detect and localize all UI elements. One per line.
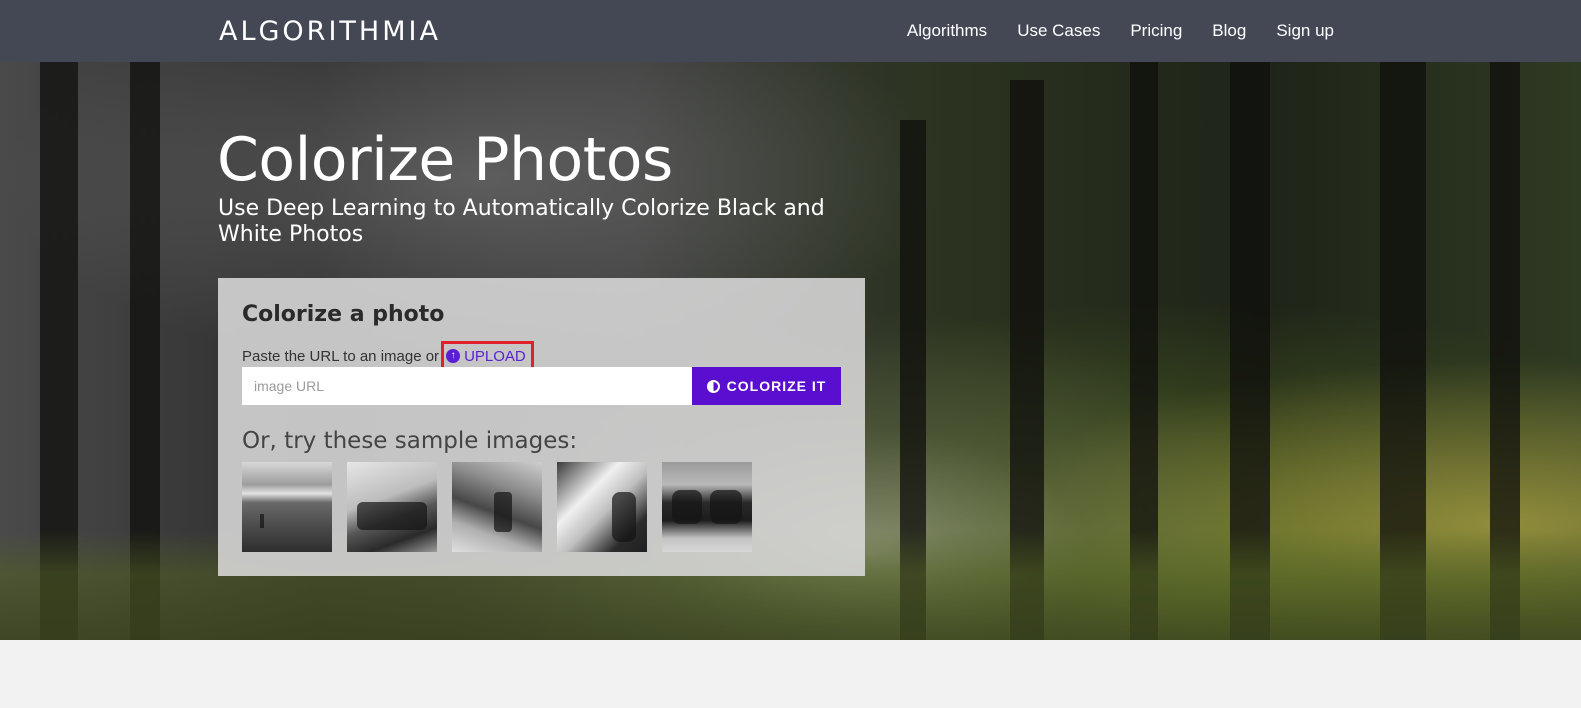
sample-mountain-person[interactable] xyxy=(452,462,542,552)
navbar: ALGORITHMIA Algorithms Use Cases Pricing… xyxy=(0,0,1581,62)
colorize-button[interactable]: COLORIZE IT xyxy=(692,367,841,405)
sample-fire-breather[interactable] xyxy=(557,462,647,552)
nav-item-algorithms[interactable]: Algorithms xyxy=(907,21,987,41)
hero-background: Colorize Photos Use Deep Learning to Aut… xyxy=(0,62,1581,640)
card-title: Colorize a photo xyxy=(242,302,445,327)
upload-arrow-icon: ↑ xyxy=(446,349,461,363)
person-shape xyxy=(494,492,512,532)
contrast-icon xyxy=(706,379,720,393)
image-url-input[interactable] xyxy=(242,367,692,405)
nav-item-use-cases[interactable]: Use Cases xyxy=(1017,21,1100,41)
paste-instructions: Paste the URL to an image or ↑ UPLOAD xyxy=(242,341,534,371)
samples-title: Or, try these sample images: xyxy=(242,428,578,454)
person-shape xyxy=(612,492,636,542)
colorize-card: Colorize a photo Paste the URL to an ima… xyxy=(218,278,865,576)
cow-shape xyxy=(710,490,742,524)
upload-label: UPLOAD xyxy=(464,347,526,365)
nav-item-sign-up[interactable]: Sign up xyxy=(1276,21,1334,41)
car-shape xyxy=(357,502,427,530)
colorize-label: COLORIZE IT xyxy=(726,378,827,394)
sample-race-car[interactable] xyxy=(347,462,437,552)
page-subtitle: Use Deep Learning to Automatically Color… xyxy=(218,196,825,247)
page-title: Colorize Photos xyxy=(217,125,673,195)
brand-logo[interactable]: ALGORITHMIA xyxy=(219,16,441,47)
sample-cows[interactable] xyxy=(662,462,752,552)
nav-item-blog[interactable]: Blog xyxy=(1212,21,1246,41)
sample-images xyxy=(242,462,752,552)
bird-shape xyxy=(260,514,264,528)
cow-shape xyxy=(672,490,702,524)
paste-text: Paste the URL to an image or xyxy=(242,347,440,365)
nav-links: Algorithms Use Cases Pricing Blog Sign u… xyxy=(907,0,1334,62)
sample-bird-water[interactable] xyxy=(242,462,332,552)
nav-item-pricing[interactable]: Pricing xyxy=(1130,21,1182,41)
